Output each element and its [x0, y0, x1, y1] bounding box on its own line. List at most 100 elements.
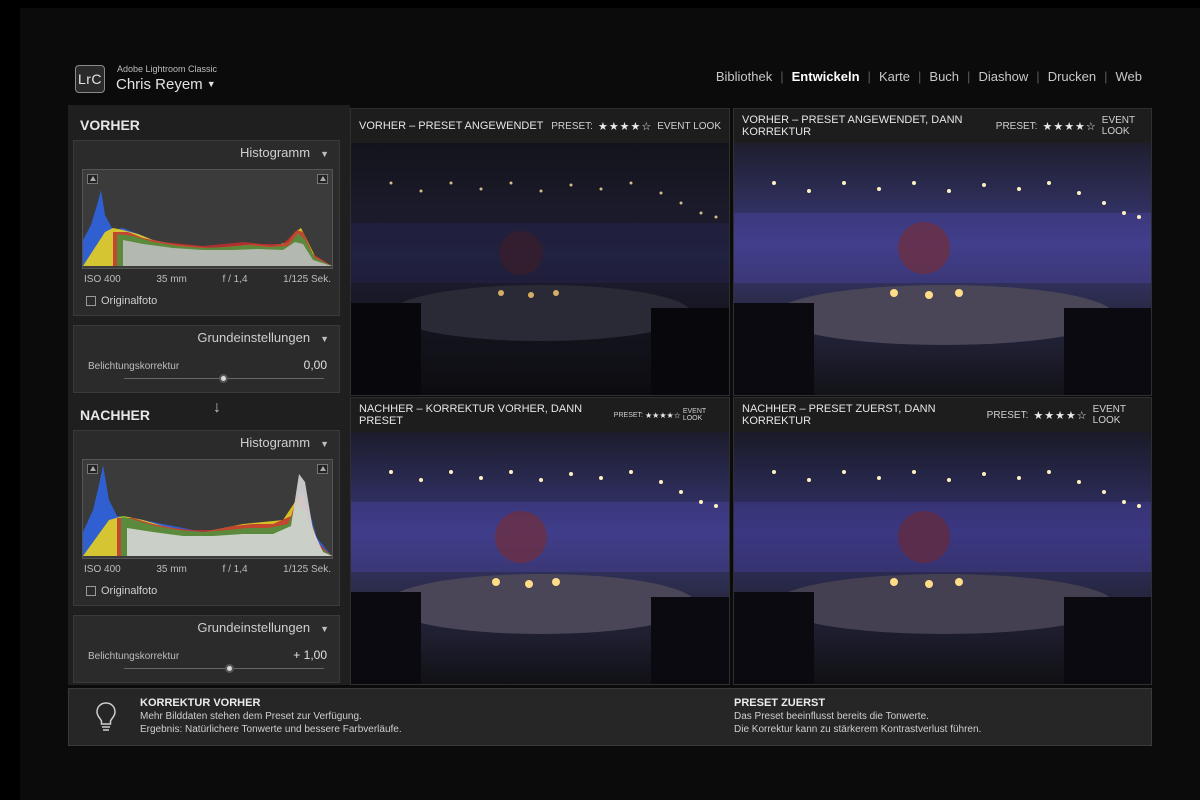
- event-photo-corrected[interactable]: [351, 432, 729, 684]
- checkbox-icon: [86, 586, 96, 596]
- histogram-panel-after: Histogramm ▼ ISO 400 35 mm f / 1,4 1/125 …: [73, 430, 340, 606]
- histogram-label: Histogramm: [240, 145, 311, 160]
- user-name: Chris Reyem: [116, 76, 203, 93]
- tip-line: Ergebnis: Natürlichere Tonwerte und bess…: [140, 724, 402, 735]
- comparison-panel-3[interactable]: NACHHER – KORREKTUR VORHER, DANN PRESET …: [350, 397, 730, 685]
- exposure-slider-row: Belichtungskorrektur 0,00: [84, 358, 331, 388]
- basic-header[interactable]: Grundeinstellungen ▼: [74, 616, 339, 640]
- event-photo-bright[interactable]: [734, 143, 1151, 395]
- event-photo-preset-first[interactable]: [734, 432, 1151, 684]
- lightroom-window: LrC Adobe Lightroom Classic Chris Reyem ▼…: [20, 8, 1200, 800]
- original-photo-checkbox[interactable]: Originalfoto: [86, 295, 157, 307]
- lightbulb-icon: [96, 702, 116, 731]
- comparison-grid: VORHER – PRESET ANGEWENDET PRESET: ★★★★☆ E…: [348, 105, 1152, 685]
- module-diashow[interactable]: Diashow: [970, 69, 1036, 84]
- histogram-label: Histogramm: [240, 435, 311, 450]
- preset-label: PRESET:: [613, 411, 643, 419]
- exposure-value[interactable]: 0,00: [304, 358, 327, 372]
- triangle-down-icon: ▼: [320, 334, 329, 344]
- tip-preset-zuerst: PRESET ZUERST Das Preset beeinflusst ber…: [734, 697, 981, 736]
- preset-name: EVENT LOOK: [682, 408, 707, 422]
- exif-iso: ISO 400: [84, 564, 121, 575]
- histogram-header[interactable]: Histogramm ▼: [74, 141, 339, 165]
- panel-header: NACHHER – PRESET ZUERST, DANN KORREKTUR …: [734, 398, 1151, 432]
- preset-label: PRESET:: [551, 120, 593, 132]
- exif-shutter: 1/125 Sek.: [283, 564, 331, 575]
- photo-image: [734, 432, 1151, 684]
- exposure-label: Belichtungskorrektur: [88, 361, 180, 372]
- star-rating: ★★★★☆: [1042, 120, 1097, 133]
- tip-heading: KORREKTUR VORHER: [140, 697, 261, 709]
- histogram-graph: [83, 190, 332, 266]
- exif-focal: 35 mm: [156, 274, 187, 285]
- exposure-slider-track[interactable]: [124, 668, 324, 669]
- triangle-down-icon: ▼: [320, 149, 329, 159]
- preset-name: EVENT LOOK: [1092, 404, 1126, 426]
- lrc-logo: LrC: [75, 65, 105, 93]
- triangle-down-icon: ▼: [320, 624, 329, 634]
- exif-focal: 35 mm: [156, 564, 187, 575]
- preset-info: PRESET: ★★★★☆ EVENT LOOK: [551, 120, 721, 133]
- photo-image: [351, 432, 729, 684]
- module-drucken[interactable]: Drucken: [1040, 69, 1104, 84]
- star-rating: ★★★★☆: [644, 410, 681, 420]
- basic-label: Grundeinstellungen: [197, 620, 311, 635]
- preset-info: PRESET: ★★★★☆ EVENT LOOK: [614, 408, 721, 422]
- left-panel: VORHER Histogramm ▼ ISO 400 35 mm f / 1,4…: [68, 105, 350, 685]
- panel-title: VORHER – PRESET ANGEWENDET, DANN KORREKT…: [742, 114, 963, 138]
- tip-bar: KORREKTUR VORHER Mehr Bilddaten stehen d…: [68, 688, 1152, 746]
- module-bibliothek[interactable]: Bibliothek: [708, 69, 780, 84]
- comparison-panel-2[interactable]: VORHER – PRESET ANGEWENDET, DANN KORREKT…: [733, 108, 1152, 396]
- basic-label: Grundeinstellungen: [197, 330, 311, 345]
- event-photo-dark[interactable]: [351, 143, 729, 395]
- histogram-graph: [83, 465, 332, 556]
- preset-name: EVENT LOOK: [1101, 115, 1135, 137]
- comparison-panel-1[interactable]: VORHER – PRESET ANGEWENDET PRESET: ★★★★☆ E…: [350, 108, 730, 396]
- star-rating: ★★★★☆: [597, 120, 653, 133]
- exposure-label: Belichtungskorrektur: [88, 651, 180, 662]
- original-photo-checkbox[interactable]: Originalfoto: [86, 585, 157, 597]
- tip-line: Die Korrektur kann zu stärkerem Kontrast…: [734, 724, 982, 735]
- exposure-value[interactable]: + 1,00: [293, 648, 327, 662]
- preset-label: PRESET:: [995, 120, 1038, 132]
- tip-heading: PRESET ZUERST: [734, 697, 826, 709]
- exif-aperture: f / 1,4: [222, 274, 248, 285]
- caret-down-icon: ▼: [206, 79, 216, 89]
- app-name: Adobe Lightroom Classic: [117, 64, 218, 74]
- exposure-slider-thumb[interactable]: [219, 374, 228, 383]
- panel-title: NACHHER – PRESET ZUERST, DANN KORREKTUR: [742, 403, 936, 427]
- shadow-clipping-icon[interactable]: [87, 174, 98, 184]
- photo-image: [734, 143, 1151, 395]
- exif-info: ISO 400 35 mm f / 1,4 1/125 Sek.: [84, 274, 331, 285]
- star-rating: ★★★★☆: [1033, 409, 1088, 422]
- panel-header: VORHER – PRESET ANGEWENDET, DANN KORREKT…: [734, 109, 1151, 143]
- arrow-down-icon: ↓: [213, 399, 221, 416]
- module-web[interactable]: Web: [1108, 69, 1151, 84]
- exif-aperture: f / 1,4: [222, 564, 248, 575]
- checkbox-icon: [86, 296, 96, 306]
- module-karte[interactable]: Karte: [871, 69, 918, 84]
- comparison-panel-4[interactable]: NACHHER – PRESET ZUERST, DANN KORREKTUR …: [733, 397, 1152, 685]
- before-section-title: VORHER: [80, 117, 140, 133]
- tip-line: Mehr Bilddaten stehen dem Preset zur Ver…: [140, 711, 362, 722]
- highlight-clipping-icon[interactable]: [317, 464, 328, 474]
- module-entwickeln[interactable]: Entwickeln: [784, 69, 868, 84]
- preset-info: PRESET: ★★★★☆ EVENT LOOK: [996, 115, 1143, 137]
- exif-info: ISO 400 35 mm f / 1,4 1/125 Sek.: [84, 564, 331, 575]
- basic-panel-before: Grundeinstellungen ▼ Belichtungskorrektur…: [73, 325, 340, 393]
- histogram-before[interactable]: [82, 169, 333, 269]
- exposure-slider-thumb[interactable]: [225, 664, 234, 673]
- preset-info: PRESET: ★★★★☆ EVENT LOOK: [987, 404, 1143, 426]
- after-section-title: NACHHER: [80, 407, 150, 423]
- histogram-header[interactable]: Histogramm ▼: [74, 431, 339, 455]
- module-buch[interactable]: Buch: [921, 69, 967, 84]
- identity-plate[interactable]: Chris Reyem ▼: [116, 76, 216, 93]
- basic-header[interactable]: Grundeinstellungen ▼: [74, 326, 339, 350]
- tip-korrektur-vorher: KORREKTUR VORHER Mehr Bilddaten stehen d…: [140, 697, 402, 736]
- highlight-clipping-icon[interactable]: [317, 174, 328, 184]
- original-photo-label: Originalfoto: [101, 295, 158, 307]
- shadow-clipping-icon[interactable]: [87, 464, 98, 474]
- histogram-after[interactable]: [82, 459, 333, 559]
- preset-label: PRESET:: [986, 409, 1029, 421]
- panel-title: VORHER – PRESET ANGEWENDET: [359, 120, 544, 132]
